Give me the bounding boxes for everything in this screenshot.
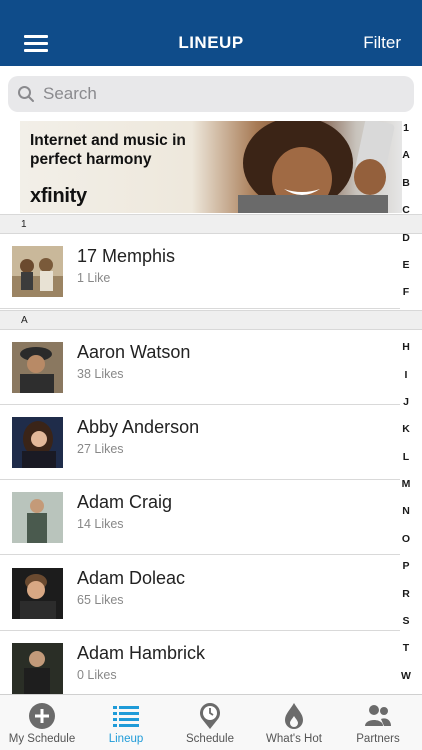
tab-label: What's Hot [266, 733, 322, 745]
artist-name: 17 Memphis [77, 246, 176, 266]
flame-icon [285, 703, 303, 729]
tab-whats-hot[interactable]: What's Hot [252, 695, 336, 750]
artist-row[interactable]: Adam Craig 14 Likes [0, 480, 400, 555]
tab-label: Lineup [108, 733, 144, 745]
tab-label: My Schedule [8, 733, 76, 745]
index-letter[interactable]: D [399, 232, 413, 259]
section-header-1: 1 [0, 214, 422, 234]
ad-banner[interactable]: Internet and music in perfect harmony xf… [20, 121, 402, 213]
index-letter[interactable]: O [399, 533, 413, 560]
search-icon [18, 86, 34, 102]
artist-likes: 27 Likes [77, 442, 124, 456]
section-label: A [21, 315, 28, 326]
index-letter[interactable]: 1 [399, 122, 413, 149]
artist-row[interactable]: 17 Memphis 1 Like [0, 234, 400, 309]
index-letter[interactable]: N [399, 505, 413, 532]
index-letter[interactable]: I [399, 369, 413, 396]
index-letter[interactable]: L [399, 451, 413, 478]
artist-likes: 0 Likes [77, 668, 117, 682]
tab-partners[interactable]: Partners [336, 695, 420, 750]
search-input[interactable] [43, 84, 373, 104]
ad-headline: Internet and music in perfect harmony [30, 132, 186, 168]
index-letter[interactable]: R [399, 588, 413, 615]
index-letter[interactable]: T [399, 642, 413, 669]
search-bar[interactable] [8, 76, 414, 112]
app-root: LINEUP Filter Internet and music in perf… [0, 0, 422, 750]
artist-name: Adam Hambrick [77, 643, 206, 663]
tab-label: Partners [356, 733, 400, 745]
artist-name: Adam Craig [77, 492, 173, 512]
filter-button[interactable]: Filter [363, 33, 401, 53]
artist-name: Aaron Watson [77, 342, 191, 362]
tab-bar: My Schedule Lineup Schedule What's Hot P… [0, 694, 422, 750]
index-letter[interactable]: H [399, 341, 413, 368]
artist-likes: 14 Likes [77, 517, 124, 531]
index-letter[interactable]: P [399, 560, 413, 587]
page-title: LINEUP [178, 33, 244, 52]
artist-likes: 38 Likes [77, 367, 124, 381]
tab-lineup[interactable]: Lineup [84, 695, 168, 750]
section-label: 1 [21, 219, 27, 230]
artist-row[interactable]: Aaron Watson 38 Likes [0, 330, 400, 405]
clock-pin-icon [200, 703, 220, 729]
tab-my-schedule[interactable]: My Schedule [0, 695, 84, 750]
index-letter[interactable]: S [399, 615, 413, 642]
index-letter[interactable]: M [399, 478, 413, 505]
artist-row[interactable]: Adam Doleac 65 Likes [0, 556, 400, 631]
artist-thumbnail [12, 568, 63, 619]
tab-label: Schedule [186, 733, 234, 745]
plus-circle-icon [29, 703, 55, 729]
index-letter[interactable]: B [399, 177, 413, 204]
artist-thumbnail [12, 342, 63, 393]
ad-brand-logo: xfinity [30, 185, 87, 207]
index-letter[interactable]: A [399, 149, 413, 176]
artist-likes: 65 Likes [77, 593, 124, 607]
artist-thumbnail [12, 643, 63, 694]
tab-schedule[interactable]: Schedule [168, 695, 252, 750]
people-icon [365, 705, 391, 726]
artist-name: Adam Doleac [77, 568, 186, 588]
artist-thumbnail [12, 492, 63, 543]
index-letter[interactable]: K [399, 423, 413, 450]
artist-thumbnail [12, 417, 63, 468]
alphabet-index: 1ABCDEFGHIJKLMNOPRSTW [399, 122, 413, 697]
index-letter[interactable]: J [399, 396, 413, 423]
section-header-a: A [0, 310, 422, 330]
list-icon [113, 706, 139, 727]
artist-row[interactable]: Abby Anderson 27 Likes [0, 405, 400, 480]
artist-likes: 1 Like [77, 271, 111, 285]
artist-name: Abby Anderson [77, 417, 200, 437]
nav-header: LINEUP Filter [0, 0, 422, 66]
index-letter[interactable]: E [399, 259, 413, 286]
artist-thumbnail [12, 246, 63, 297]
ad-photo [238, 121, 395, 213]
